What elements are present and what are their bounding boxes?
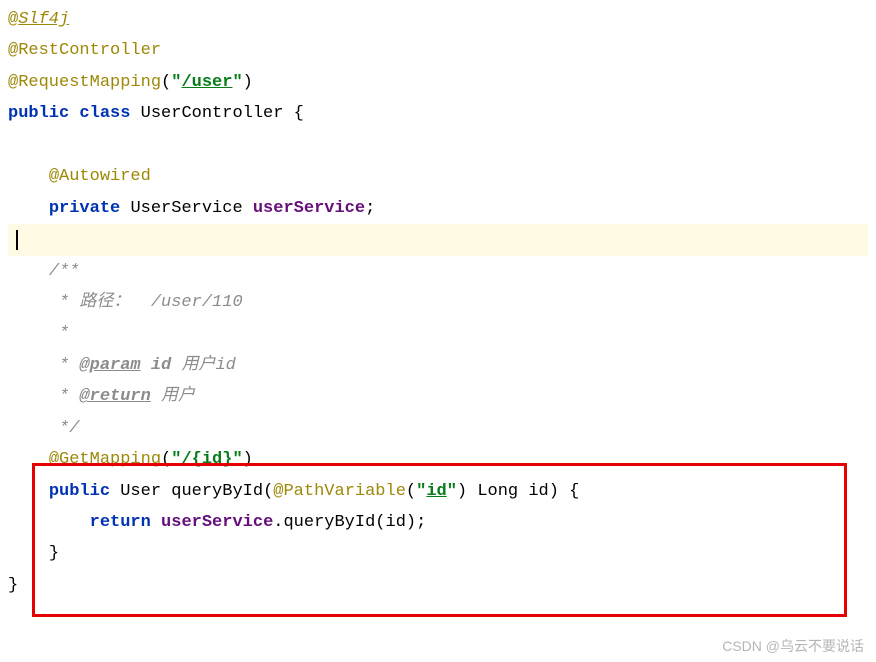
method-call: queryById bbox=[283, 513, 375, 532]
code-line bbox=[8, 130, 868, 161]
indent bbox=[8, 293, 59, 312]
requestmapping-annotation: @RequestMapping bbox=[8, 73, 161, 92]
keyword-public: public bbox=[8, 104, 79, 123]
code-line: * @return 用户 bbox=[8, 381, 868, 412]
autowired-annotation: @Autowired bbox=[49, 167, 151, 186]
path-string: /{id} bbox=[181, 450, 232, 469]
paren: ) bbox=[243, 450, 253, 469]
keyword-private: private bbox=[49, 199, 131, 218]
watermark: CSDN @乌云不要说话 bbox=[722, 636, 864, 656]
code-line: } bbox=[8, 570, 868, 601]
comment-star: * bbox=[59, 293, 79, 312]
param-desc: 用户id bbox=[171, 356, 236, 375]
indent bbox=[8, 513, 90, 532]
call-args: (id); bbox=[375, 513, 426, 532]
type-userservice: UserService bbox=[130, 199, 252, 218]
indent bbox=[8, 482, 49, 501]
code-line: @RestController bbox=[8, 35, 868, 66]
code-line: return userService.queryById(id); bbox=[8, 507, 868, 538]
param: id) { bbox=[528, 482, 579, 501]
indent bbox=[8, 450, 49, 469]
semicolon: ; bbox=[365, 199, 375, 218]
indent bbox=[8, 387, 59, 406]
code-line: /** bbox=[8, 256, 868, 287]
comment-text: 路径： /user/110 bbox=[79, 293, 242, 312]
indent bbox=[8, 262, 49, 281]
comment-star: * bbox=[59, 356, 79, 375]
code-line: } bbox=[8, 538, 868, 569]
comment-start: /** bbox=[49, 262, 80, 281]
space bbox=[141, 356, 151, 375]
indent bbox=[8, 544, 49, 563]
indent bbox=[8, 199, 49, 218]
comment-star: * bbox=[59, 387, 79, 406]
paren: ( bbox=[263, 482, 273, 501]
field-userservice: userService bbox=[161, 513, 273, 532]
path-string: /user bbox=[181, 73, 232, 92]
highlighted-line[interactable] bbox=[8, 224, 868, 255]
comment-end: */ bbox=[59, 419, 79, 438]
return-desc: 用户 bbox=[151, 387, 195, 406]
quote: " bbox=[416, 482, 426, 501]
dot: . bbox=[273, 513, 283, 532]
indent bbox=[8, 167, 49, 186]
code-line: @Slf4j bbox=[8, 4, 868, 35]
return-tag: @return bbox=[79, 387, 150, 406]
param-tag: @param bbox=[79, 356, 140, 375]
class-name: UserController { bbox=[141, 104, 304, 123]
code-line: * bbox=[8, 318, 868, 349]
paren: ) bbox=[457, 482, 477, 501]
quote: " bbox=[171, 450, 181, 469]
quote: " bbox=[171, 73, 181, 92]
code-block: @Slf4j @RestController @RequestMapping("… bbox=[0, 0, 876, 605]
pathvariable-annotation: @PathVariable bbox=[273, 482, 406, 501]
code-line: private UserService userService; bbox=[8, 193, 868, 224]
indent bbox=[8, 324, 59, 343]
id-string: id bbox=[426, 482, 446, 501]
code-line: public User queryById(@PathVariable("id"… bbox=[8, 476, 868, 507]
code-line: * @param id 用户id bbox=[8, 350, 868, 381]
keyword-return: return bbox=[90, 513, 161, 532]
brace: } bbox=[8, 576, 18, 595]
type-user: User bbox=[120, 482, 171, 501]
paren: ( bbox=[406, 482, 416, 501]
param-name: id bbox=[151, 356, 171, 375]
indent bbox=[8, 419, 59, 438]
restcontroller-annotation: @RestController bbox=[8, 41, 161, 60]
quote: " bbox=[232, 450, 242, 469]
brace: } bbox=[49, 544, 59, 563]
keyword-class: class bbox=[79, 104, 140, 123]
paren: ( bbox=[161, 450, 171, 469]
comment-star: * bbox=[59, 324, 69, 343]
method-name: queryById bbox=[171, 482, 263, 501]
field-userservice: userService bbox=[253, 199, 365, 218]
type-long: Long bbox=[477, 482, 528, 501]
slf4j-annotation: Slf4j bbox=[18, 10, 69, 29]
paren: ( bbox=[161, 73, 171, 92]
text-cursor bbox=[16, 230, 18, 250]
paren: ) bbox=[243, 73, 253, 92]
code-line: public class UserController { bbox=[8, 98, 868, 129]
code-line: @Autowired bbox=[8, 161, 868, 192]
keyword-public: public bbox=[49, 482, 120, 501]
quote: " bbox=[447, 482, 457, 501]
at-symbol: @ bbox=[8, 10, 18, 29]
indent bbox=[8, 356, 59, 375]
code-line: */ bbox=[8, 413, 868, 444]
quote: " bbox=[232, 73, 242, 92]
code-line: @RequestMapping("/user") bbox=[8, 67, 868, 98]
code-line: @GetMapping("/{id}") bbox=[8, 444, 868, 475]
getmapping-annotation: @GetMapping bbox=[49, 450, 161, 469]
code-line: * 路径： /user/110 bbox=[8, 287, 868, 318]
